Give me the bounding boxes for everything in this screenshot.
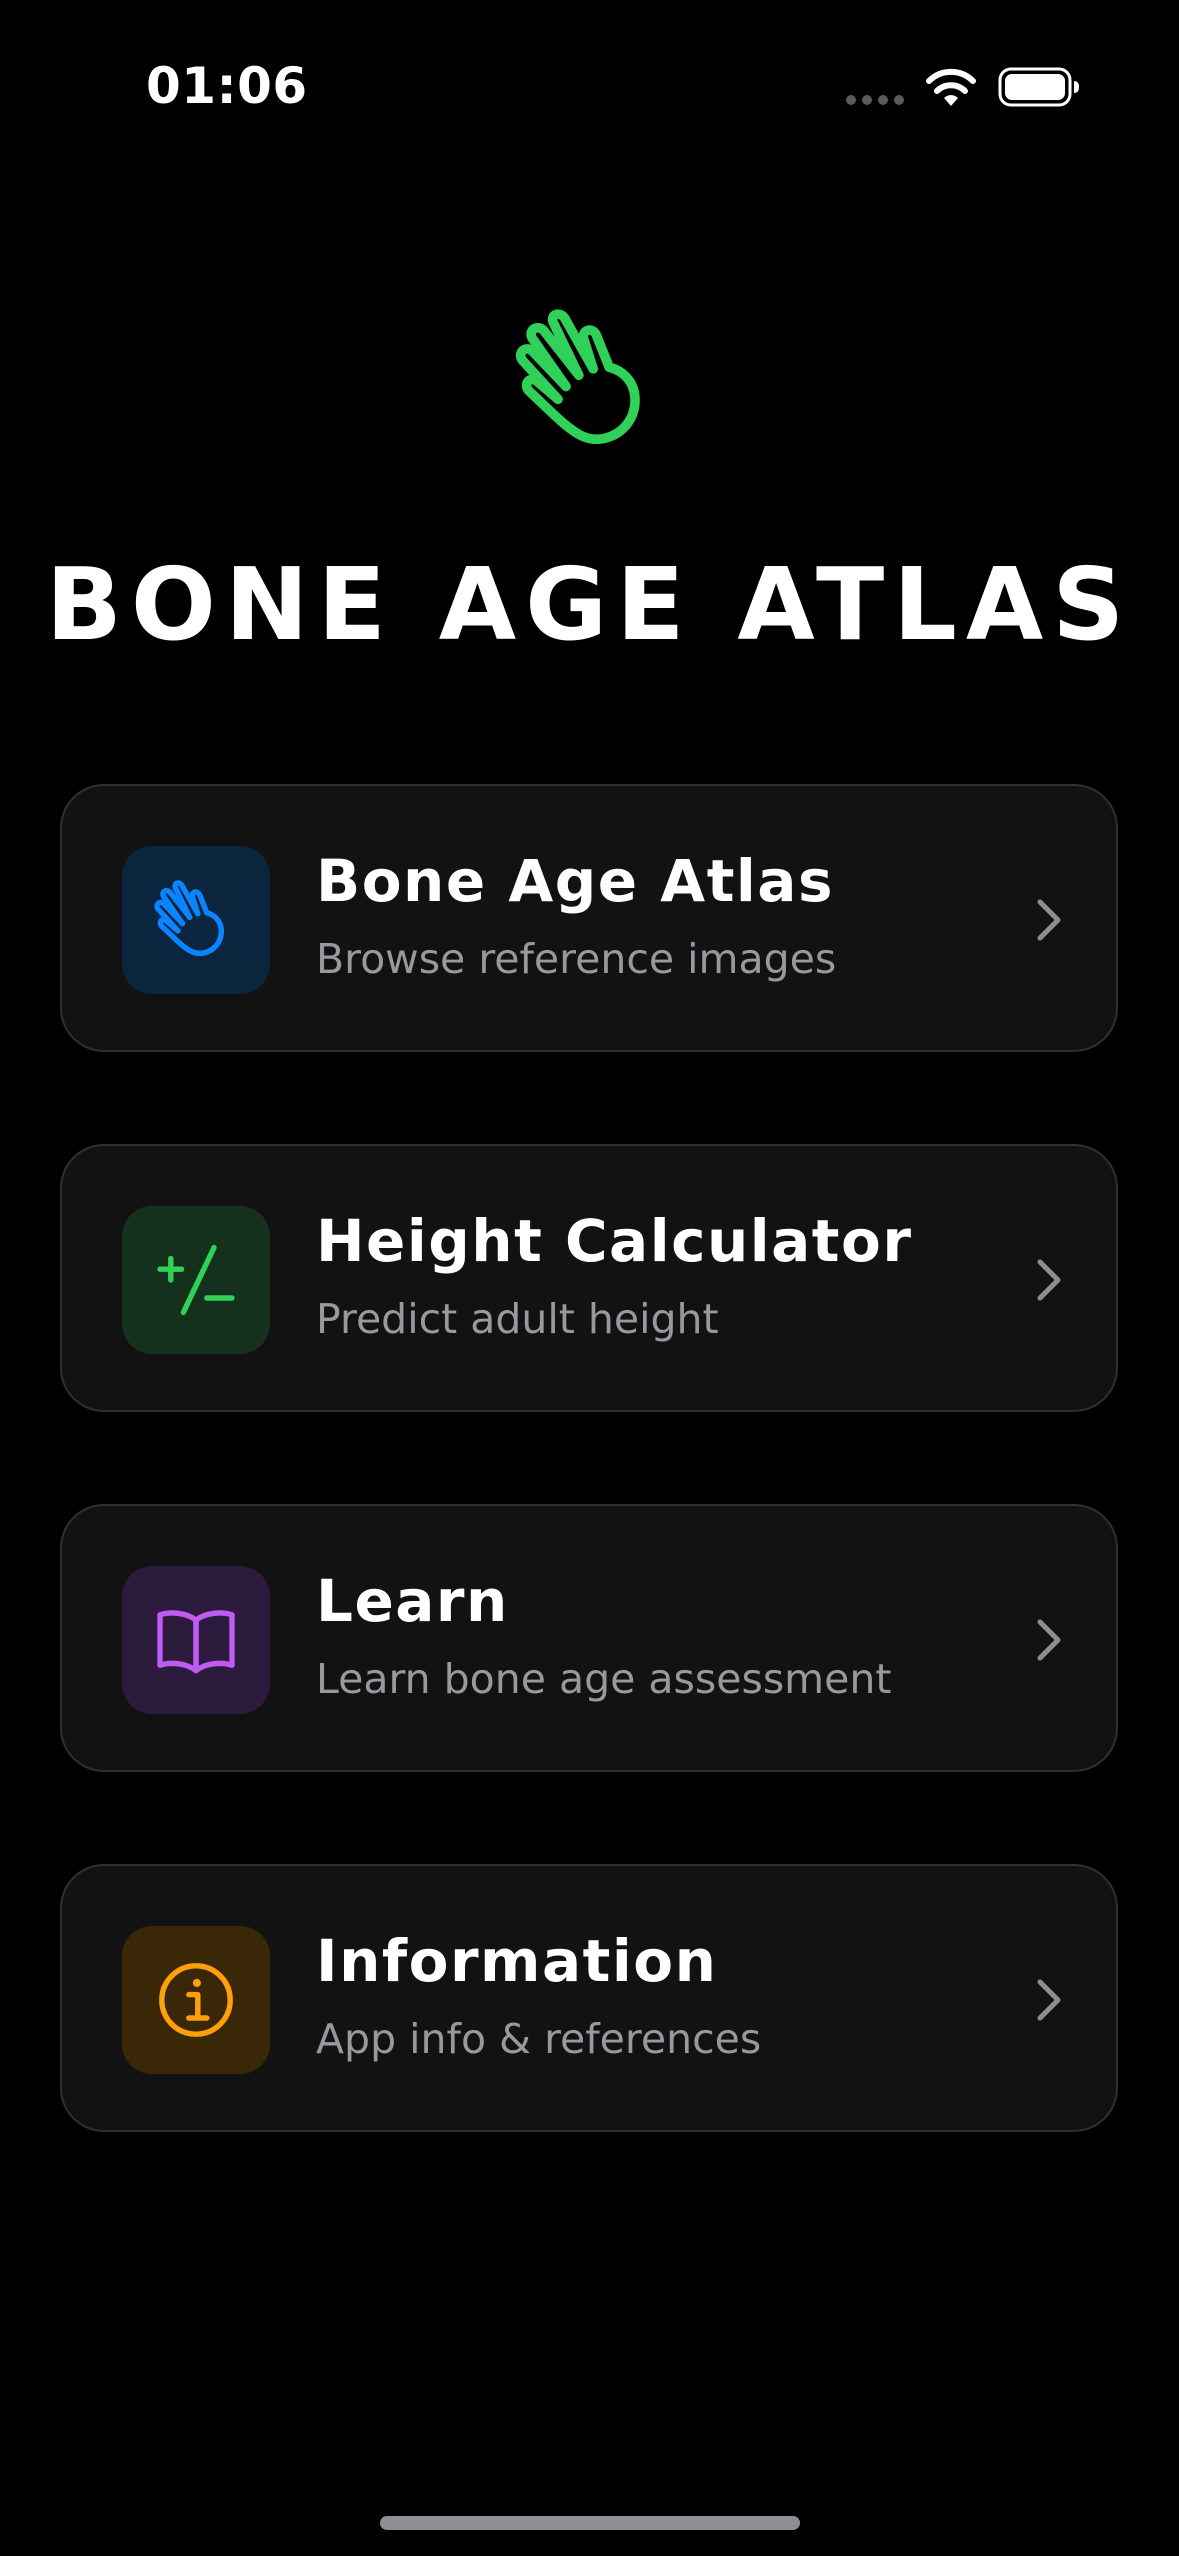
menu-item-title: Learn — [316, 1567, 509, 1635]
menu-item-title: Bone Age Atlas — [316, 847, 834, 915]
chevron-right-icon — [1037, 1259, 1061, 1301]
battery-full-icon — [998, 67, 1079, 107]
icon-container — [122, 1566, 270, 1714]
book-icon — [157, 1610, 235, 1674]
menu-item-height-calculator[interactable]: Height Calculator Predict adult height — [60, 1144, 1118, 1412]
chevron-right-icon — [1037, 1979, 1061, 2021]
menu-item-subtitle: App info & references — [316, 2015, 762, 2063]
menu-item-title: Information — [316, 1927, 718, 1995]
icon-container — [122, 1206, 270, 1354]
menu-item-subtitle: Browse reference images — [316, 935, 837, 983]
wifi-icon — [926, 68, 976, 106]
menu-item-bone-age-atlas[interactable]: Bone Age Atlas Browse reference images — [60, 784, 1118, 1052]
plus-slash-minus-icon — [157, 1244, 235, 1316]
app-title: BONE AGE ATLAS — [45, 546, 1134, 663]
chevron-right-icon — [1037, 899, 1061, 941]
status-bar: 01:06 — [0, 0, 1179, 170]
cellular-dots-icon — [846, 95, 904, 105]
home-indicator[interactable] — [380, 2516, 800, 2530]
chevron-right-icon — [1037, 1619, 1061, 1661]
menu-item-learn[interactable]: Learn Learn bone age assessment — [60, 1504, 1118, 1772]
menu-item-title: Height Calculator — [316, 1207, 913, 1275]
icon-container — [122, 1926, 270, 2074]
icon-container — [122, 846, 270, 994]
waving-hand-icon — [154, 880, 224, 956]
status-time: 01:06 — [146, 57, 308, 115]
menu-item-subtitle: Predict adult height — [316, 1295, 719, 1343]
menu-item-information[interactable]: Information App info & references — [60, 1864, 1118, 2132]
menu-item-subtitle: Learn bone age assessment — [316, 1655, 892, 1703]
info-circle-icon — [159, 1963, 233, 2037]
waving-hand-icon — [515, 309, 640, 444]
